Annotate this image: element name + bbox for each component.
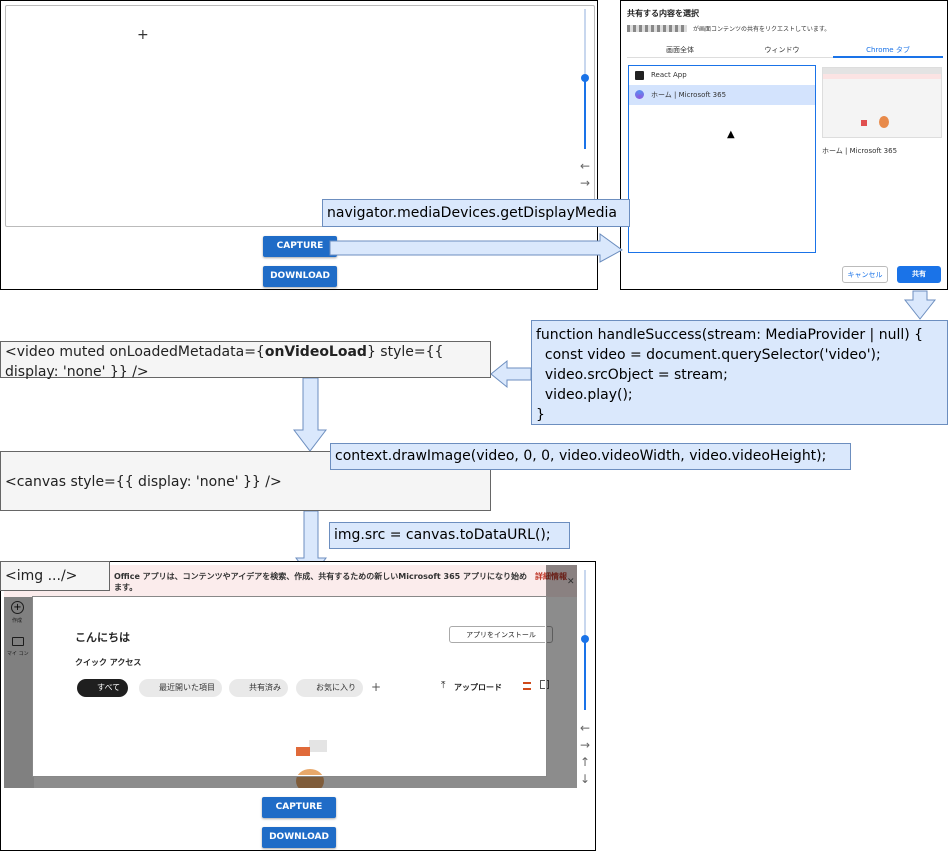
vertical-slider-thumb[interactable]: [581, 635, 589, 643]
arrow-left-icon[interactable]: ←: [580, 722, 590, 734]
getdisplaymedia-label: navigator.mediaDevices.getDisplayMedia: [322, 199, 630, 227]
bottom-app-window: Office アプリは、コンテンツやアイデアを検索、作成、共有するための新しいM…: [0, 561, 596, 851]
code-line: video.play();: [536, 387, 633, 403]
img-element-box: <img .../>: [0, 561, 110, 591]
arrow-handler-to-video: [490, 359, 532, 389]
vertical-slider-fill: [584, 639, 586, 710]
to-data-url-label: img.src = canvas.toDataURL();: [329, 522, 570, 549]
arrow-share-to-handler: [903, 290, 937, 320]
banner-text: Office アプリは、コンテンツやアイデアを検索、作成、共有するための新しいM…: [114, 572, 527, 592]
handle-success-code: function handleSuccess(stream: MediaProv…: [531, 320, 948, 425]
download-button[interactable]: DOWNLOAD: [262, 827, 336, 848]
video-tag-handler: onVideoLoad: [264, 344, 367, 360]
video-tag-prefix: <video muted onLoadedMetadata={: [5, 344, 265, 360]
arrow-down-icon[interactable]: ↓: [580, 773, 590, 785]
code-line: const video = document.querySelector('vi…: [536, 347, 881, 363]
arrow-right-icon[interactable]: →: [580, 739, 590, 751]
crop-overlay-right: [546, 565, 577, 788]
crop-selection[interactable]: [33, 597, 546, 776]
code-line: video.srcObject = stream;: [536, 367, 728, 383]
crop-overlay-bottom: [33, 776, 546, 788]
video-element-box: <video muted onLoadedMetadata={onVideoLo…: [0, 341, 491, 380]
canvas-tag: <canvas style={{ display: 'none' }} />: [5, 474, 282, 490]
arrow-video-to-canvas: [292, 377, 328, 452]
arrow-capture-to-dialog: [329, 233, 623, 263]
capture-button[interactable]: CAPTURE: [262, 797, 336, 818]
code-line: }: [536, 407, 545, 423]
crop-overlay-left: [4, 597, 33, 788]
draw-image-label: context.drawImage(video, 0, 0, video.vid…: [330, 443, 851, 470]
code-line: function handleSuccess(stream: MediaProv…: [536, 327, 924, 343]
arrow-up-icon[interactable]: ↑: [580, 756, 590, 768]
